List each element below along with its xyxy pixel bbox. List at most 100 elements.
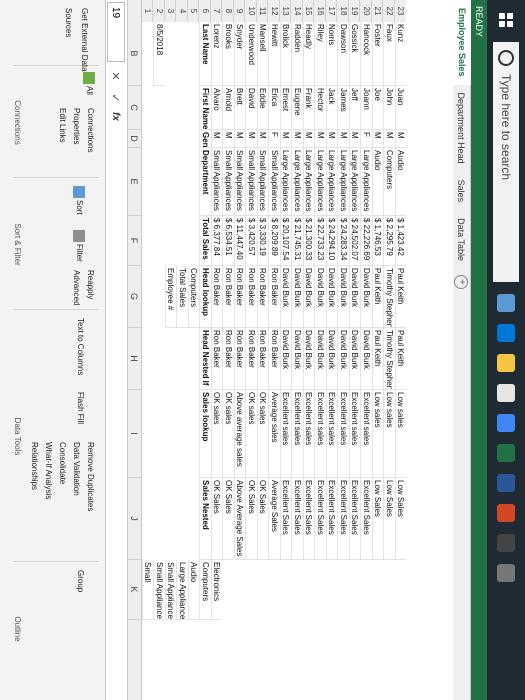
filter-button[interactable]: Filter bbox=[73, 230, 85, 262]
data-cell[interactable]: Arnold bbox=[222, 86, 234, 130]
data-cell[interactable]: Erica bbox=[268, 86, 280, 130]
data-cell[interactable]: OK sales bbox=[211, 390, 223, 478]
data-cell[interactable]: Faux bbox=[383, 22, 395, 86]
data-cell[interactable]: Excellent Sales bbox=[337, 478, 349, 560]
header-cell[interactable]: First Name bbox=[199, 86, 211, 130]
column-header[interactable]: H bbox=[127, 328, 141, 390]
data-cell[interactable]: Low Sales bbox=[383, 478, 395, 560]
info-cell[interactable]: Computers bbox=[188, 266, 200, 328]
app-icon[interactable] bbox=[497, 534, 515, 552]
data-cell[interactable]: Ron Baker bbox=[245, 328, 257, 390]
tab-sales[interactable]: Sales bbox=[452, 172, 470, 211]
data-cell[interactable]: Hewitt bbox=[268, 22, 280, 86]
enter-icon[interactable]: ✓ bbox=[110, 90, 123, 106]
data-cell[interactable]: Average Sales bbox=[268, 478, 280, 560]
column-header[interactable]: C bbox=[127, 86, 141, 130]
data-cell[interactable]: $ 24,294.10 bbox=[326, 216, 338, 266]
data-cell[interactable]: David Burk bbox=[303, 328, 315, 390]
data-cell[interactable]: David Burk bbox=[303, 266, 315, 328]
data-cell[interactable]: M bbox=[349, 130, 361, 148]
data-cell[interactable]: David Burk bbox=[337, 266, 349, 328]
windows-start-button[interactable] bbox=[487, 0, 525, 40]
data-cell[interactable]: $ 1,746.53 bbox=[372, 216, 384, 266]
what-if-analysis-button[interactable]: What-If Analysis bbox=[44, 442, 53, 499]
store-icon[interactable] bbox=[497, 384, 515, 402]
data-cell[interactable]: F bbox=[360, 130, 372, 148]
data-cell[interactable]: $ 24,502.07 bbox=[349, 216, 361, 266]
data-cell[interactable]: $ 20,107.54 bbox=[280, 216, 292, 266]
right-list-item[interactable]: Audio bbox=[188, 560, 200, 620]
data-cell[interactable]: David Burk bbox=[280, 328, 292, 390]
data-cell[interactable]: Large Appliances bbox=[326, 148, 338, 216]
cancel-icon[interactable]: ✕ bbox=[110, 68, 123, 84]
data-cell[interactable]: Eddie bbox=[257, 86, 269, 130]
data-cell[interactable]: Excellent Sales bbox=[360, 478, 372, 560]
data-cell[interactable]: Excellent Sales bbox=[314, 478, 326, 560]
data-cell[interactable]: Small Appliances bbox=[211, 148, 223, 216]
data-cell[interactable]: Ron Baker bbox=[268, 266, 280, 328]
data-cell[interactable]: Large Appliances bbox=[280, 148, 292, 216]
data-cell[interactable]: $ 3,330.19 bbox=[257, 216, 269, 266]
data-cell[interactable]: Excellent sales bbox=[360, 390, 372, 478]
data-cell[interactable]: Eugene bbox=[291, 86, 303, 130]
data-cell[interactable]: Brooks bbox=[222, 22, 234, 86]
chrome-icon[interactable] bbox=[497, 414, 515, 432]
data-cell[interactable]: Large Appliances bbox=[303, 148, 315, 216]
date-cell[interactable]: 8/5/2018 bbox=[153, 22, 165, 86]
data-cell[interactable]: Joe bbox=[372, 86, 384, 130]
data-cell[interactable]: Low sales bbox=[372, 390, 384, 478]
data-cell[interactable]: Radden bbox=[291, 22, 303, 86]
data-cell[interactable]: Juan bbox=[395, 86, 407, 130]
data-cell[interactable]: Excellent sales bbox=[314, 390, 326, 478]
data-cell[interactable]: David Burk bbox=[360, 328, 372, 390]
data-cell[interactable]: M bbox=[326, 130, 338, 148]
advanced-button[interactable]: Advanced bbox=[72, 270, 81, 306]
data-cell[interactable]: Paul Keith bbox=[372, 328, 384, 390]
right-list-item[interactable]: Small Appliances bbox=[153, 560, 165, 620]
data-cell[interactable]: David Burk bbox=[349, 266, 361, 328]
data-cell[interactable]: OK Sales bbox=[211, 478, 223, 560]
data-cell[interactable]: M bbox=[337, 130, 349, 148]
data-cell[interactable]: Excellent Sales bbox=[280, 478, 292, 560]
data-cell[interactable]: Excellent Sales bbox=[349, 478, 361, 560]
properties-button[interactable]: Properties bbox=[72, 108, 81, 144]
data-cell[interactable]: Excellent sales bbox=[280, 390, 292, 478]
header-cell[interactable]: Head Nested If bbox=[199, 328, 211, 390]
data-cell[interactable]: M bbox=[222, 130, 234, 148]
data-cell[interactable]: $ 21,745.31 bbox=[291, 216, 303, 266]
data-cell[interactable]: Low Sales bbox=[372, 478, 384, 560]
data-cell[interactable]: M bbox=[245, 130, 257, 148]
data-cell[interactable]: Jack bbox=[326, 86, 338, 130]
data-cell[interactable]: Ron Baker bbox=[222, 266, 234, 328]
data-cell[interactable]: Timothy Stephens bbox=[383, 266, 395, 328]
tab-employee-sales[interactable]: Employee Sales bbox=[451, 0, 471, 85]
tab-data-table[interactable]: Data Table bbox=[452, 210, 470, 269]
data-cell[interactable]: Ernest bbox=[280, 86, 292, 130]
data-cell[interactable]: $ 22,226.69 bbox=[360, 216, 372, 266]
sort-button[interactable]: Sort bbox=[73, 186, 85, 215]
data-cell[interactable]: Paul Keith bbox=[395, 328, 407, 390]
data-cell[interactable]: M bbox=[314, 130, 326, 148]
row-header[interactable]: 23 bbox=[394, 0, 407, 22]
powerpoint-icon[interactable] bbox=[497, 504, 515, 522]
data-cell[interactable]: M bbox=[303, 130, 315, 148]
data-cell[interactable]: Foster bbox=[372, 22, 384, 86]
data-cell[interactable]: David Burk bbox=[337, 328, 349, 390]
data-cell[interactable]: Joann bbox=[360, 86, 372, 130]
right-list-item[interactable]: Computers bbox=[199, 560, 211, 620]
worksheet-grid[interactable]: 1 2 3 4 5 6 7 8 9 10 11 12 13 14 15 16 17 18 19 20 21 22 23 8/5… bbox=[141, 0, 453, 700]
data-cell[interactable]: Timothy Stephens bbox=[383, 328, 395, 390]
name-box[interactable]: 19 bbox=[107, 2, 125, 62]
text-to-columns-button[interactable]: Text to Columns bbox=[76, 318, 85, 375]
data-cell[interactable]: M bbox=[211, 130, 223, 148]
data-cell[interactable]: David Burk bbox=[314, 266, 326, 328]
insert-function-button[interactable]: fx bbox=[111, 112, 122, 121]
data-cell[interactable]: $ 6,377.84 bbox=[211, 216, 223, 266]
data-cell[interactable]: Low Sales bbox=[395, 478, 407, 560]
data-cell[interactable]: Small Appliances bbox=[222, 148, 234, 216]
data-cell[interactable]: Frank bbox=[303, 86, 315, 130]
data-cell[interactable]: Jeff bbox=[349, 86, 361, 130]
reapply-button[interactable]: Reapply bbox=[86, 270, 95, 299]
tab-department-head[interactable]: Department Head bbox=[452, 85, 470, 172]
data-cell[interactable]: Above Average Sales bbox=[234, 478, 246, 560]
